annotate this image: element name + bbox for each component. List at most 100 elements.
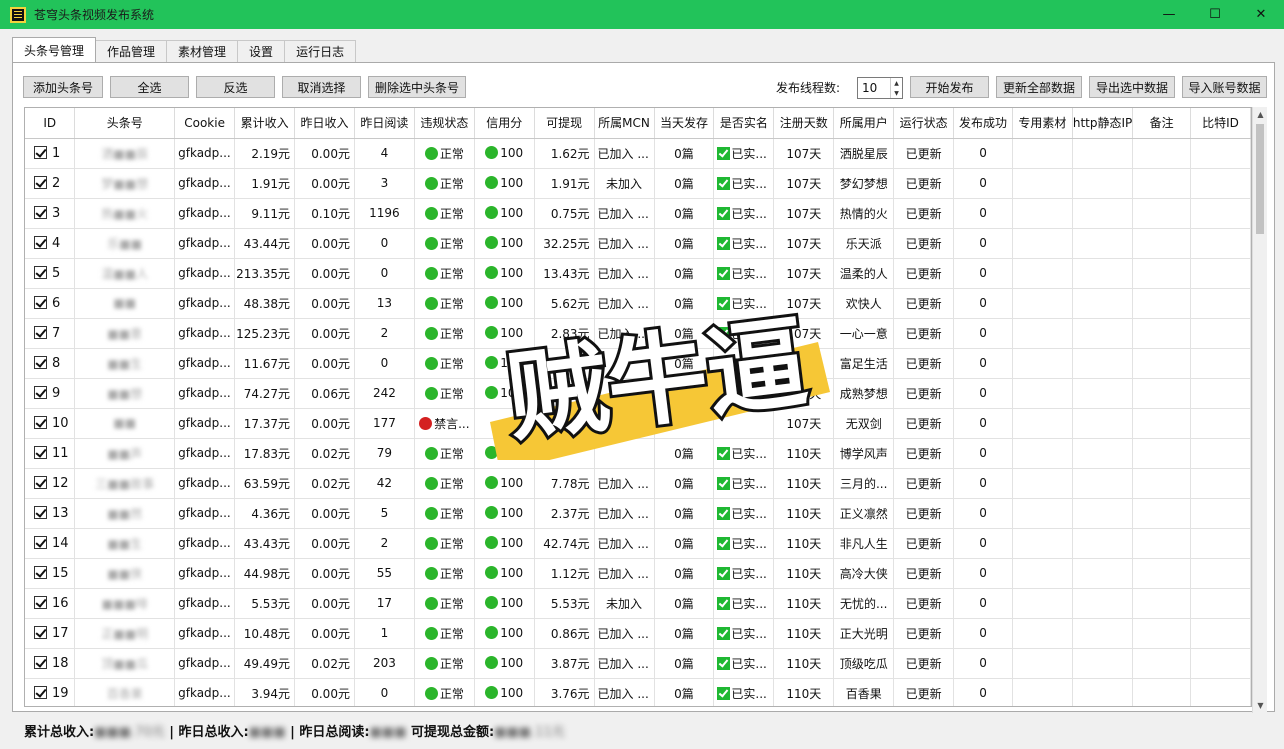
column-header[interactable]: 比特ID bbox=[1190, 108, 1251, 139]
row-checkbox[interactable] bbox=[34, 265, 47, 279]
column-header[interactable]: 信用分 bbox=[474, 108, 535, 139]
column-header[interactable]: 违规状态 bbox=[414, 108, 475, 139]
table-row[interactable]: 15 ■■侠 gfkadp... 44.98元 0.00元 55 正常 100 1.12元 已加入… bbox=[25, 558, 1251, 589]
table-row[interactable]: 5 温■■人 gfkadp... 213.35元 0.00元 0 正常 100 13.43元 已加… bbox=[25, 258, 1251, 289]
delete-selected-button[interactable]: 删除选中头条号 bbox=[368, 76, 466, 98]
table-row[interactable]: 3 热■■火 gfkadp... 9.11元 0.10元 1196 正常 100 0.75元 已加… bbox=[25, 198, 1251, 229]
row-checkbox[interactable] bbox=[34, 205, 47, 219]
update-all-button[interactable]: 更新全部数据 bbox=[996, 76, 1082, 98]
credit-value: 100 bbox=[500, 146, 524, 160]
column-header[interactable]: 是否实名 bbox=[713, 108, 775, 139]
thread-count-value[interactable]: 10 bbox=[862, 81, 877, 95]
column-header[interactable]: http静态IP bbox=[1072, 108, 1134, 139]
cell-total-income: 11.67元 bbox=[234, 348, 296, 379]
row-checkbox[interactable] bbox=[34, 655, 47, 669]
row-checkbox[interactable] bbox=[34, 175, 47, 189]
column-header[interactable]: Cookie bbox=[174, 108, 236, 139]
column-header[interactable]: 当天发存 bbox=[654, 108, 715, 139]
row-checkbox[interactable] bbox=[34, 475, 47, 489]
cell-realname: 已实... bbox=[713, 348, 775, 379]
row-checkbox[interactable] bbox=[34, 325, 47, 339]
column-header[interactable]: 所属用户 bbox=[833, 108, 895, 139]
tab-material-manage[interactable]: 素材管理 bbox=[166, 40, 239, 62]
realname-check-icon bbox=[717, 266, 731, 280]
start-publish-button[interactable]: 开始发布 bbox=[910, 76, 989, 98]
realname-text: 已实... bbox=[731, 236, 767, 251]
tab-settings[interactable]: 设置 bbox=[237, 40, 286, 62]
invert-selection-button[interactable]: 反选 bbox=[196, 76, 275, 98]
table-row[interactable]: 16 ■■■啡 gfkadp... 5.53元 0.00元 17 正常 100 5.53元 未加入… bbox=[25, 588, 1251, 619]
row-checkbox[interactable] bbox=[34, 565, 47, 579]
column-header[interactable]: ID bbox=[25, 108, 76, 139]
row-checkbox[interactable] bbox=[34, 685, 47, 699]
add-account-button[interactable]: 添加头条号 bbox=[23, 76, 103, 98]
cell-publish-success: 0 bbox=[953, 498, 1013, 529]
cell-note bbox=[1132, 198, 1192, 229]
select-all-button[interactable]: 全选 bbox=[110, 76, 189, 98]
table-row[interactable]: 19 百香果 gfkadp... 3.94元 0.00元 0 正常 100 3.76元 已加入 .… bbox=[25, 678, 1251, 706]
table-row[interactable]: 11 ■■声 gfkadp... 17.83元 0.02元 79 正常 100 0篇 已实... 1… bbox=[25, 438, 1251, 469]
table-row[interactable]: 2 梦■■想 gfkadp... 1.91元 0.00元 3 正常 100 1.91元 未加入 0篇… bbox=[25, 168, 1251, 199]
cell-withdrawable: 2.83元 bbox=[534, 318, 595, 349]
maximize-button[interactable]: ☐ bbox=[1192, 0, 1238, 29]
row-checkbox[interactable] bbox=[34, 295, 47, 309]
table-row[interactable]: 1 洒■■辰 gfkadp... 2.19元 0.00元 4 正常 100 1.62元 已加入 .… bbox=[25, 138, 1251, 169]
row-checkbox[interactable] bbox=[34, 415, 47, 429]
table-row[interactable]: 12 三■■故事 gfkadp... 63.59元 0.02元 42 正常 100 7.78元已… bbox=[25, 468, 1251, 499]
status-dot-icon bbox=[424, 446, 438, 460]
close-button[interactable]: ✕ bbox=[1238, 0, 1284, 29]
cancel-selection-button[interactable]: 取消选择 bbox=[282, 76, 361, 98]
row-checkbox[interactable] bbox=[34, 625, 47, 639]
table-row[interactable]: 17 正■■明 gfkadp... 10.48元 0.00元 1 正常 100 0.86元 已加入… bbox=[25, 618, 1251, 649]
row-checkbox[interactable] bbox=[34, 535, 47, 549]
column-header[interactable]: 发布成功 bbox=[953, 108, 1013, 139]
import-accounts-button[interactable]: 导入账号数据 bbox=[1182, 76, 1267, 98]
row-checkbox[interactable] bbox=[34, 505, 47, 519]
spin-up-icon[interactable]: ▲ bbox=[894, 80, 899, 87]
row-checkbox[interactable] bbox=[34, 145, 47, 159]
column-header[interactable]: 备注 bbox=[1132, 108, 1192, 139]
table-row[interactable]: 13 ■■然 gfkadp... 4.36元 0.00元 5 正常 100 2.37元 已加入 .… bbox=[25, 498, 1251, 529]
scroll-thumb[interactable] bbox=[1256, 124, 1264, 234]
table-row[interactable]: 7 ■■意 gfkadp... 125.23元 0.00元 2 正常 100 2.83元 已加入 … bbox=[25, 318, 1251, 349]
column-header[interactable]: 注册天数 bbox=[773, 108, 835, 139]
column-header[interactable]: 所属MCN bbox=[594, 108, 655, 139]
scroll-down-icon[interactable]: ▼ bbox=[1253, 698, 1268, 713]
table-row[interactable]: 18 顶■■瓜 gfkadp... 49.49元 0.02元 203 正常 100 3.87元已… bbox=[25, 648, 1251, 679]
column-header[interactable]: 可提现 bbox=[534, 108, 595, 139]
table-row[interactable]: 6 ■■ gfkadp... 48.38元 0.00元 13 正常 100 5.62元 已加入 .… bbox=[25, 288, 1251, 319]
thread-count-spinner[interactable]: 10 ▲ ▼ bbox=[857, 77, 903, 99]
tab-run-log[interactable]: 运行日志 bbox=[284, 40, 357, 62]
row-checkbox[interactable] bbox=[34, 355, 47, 369]
vertical-scrollbar[interactable]: ▲ ▼ bbox=[1252, 107, 1267, 713]
scroll-up-icon[interactable]: ▲ bbox=[1253, 107, 1268, 122]
row-checkbox[interactable] bbox=[34, 235, 47, 249]
table-row[interactable]: 8 ■■生 gfkadp... 11.67元 0.00元 0 正常 100 0篇 已实... 107… bbox=[25, 348, 1251, 379]
row-checkbox[interactable] bbox=[34, 595, 47, 609]
cell-yesterday-reads: 4 bbox=[354, 138, 415, 169]
cell-realname: 已实... bbox=[713, 228, 775, 259]
spin-down-icon[interactable]: ▼ bbox=[894, 90, 899, 97]
tab-account-manage[interactable]: 头条号管理 bbox=[12, 37, 97, 62]
minimize-button[interactable]: — bbox=[1146, 0, 1192, 29]
table-row[interactable]: 4 乐■■ gfkadp... 43.44元 0.00元 0 正常 100 32.25元 已加入 … bbox=[25, 228, 1251, 259]
table-row[interactable]: 9 ■■想 gfkadp... 74.27元 0.06元 242 正常 100 0篇 已实... 1… bbox=[25, 378, 1251, 409]
cell-id: 4 bbox=[25, 228, 76, 259]
column-header[interactable]: 累计收入 bbox=[234, 108, 296, 139]
tab-works-manage[interactable]: 作品管理 bbox=[95, 40, 168, 62]
realname-text: 已实... bbox=[731, 656, 767, 671]
column-header[interactable]: 专用素材 bbox=[1012, 108, 1073, 139]
cell-yesterday-income: 0.00元 bbox=[294, 318, 355, 349]
table-row[interactable]: 14 ■■生 gfkadp... 43.43元 0.00元 2 正常 100 42.74元 已加入… bbox=[25, 528, 1251, 559]
column-header[interactable]: 运行状态 bbox=[893, 108, 955, 139]
cell-mcn: 已加入 ... bbox=[594, 468, 655, 499]
column-header[interactable]: 头条号 bbox=[74, 108, 176, 139]
title-bar: 苍穹头条视频发布系统 — ☐ ✕ bbox=[0, 0, 1284, 29]
window-title: 苍穹头条视频发布系统 bbox=[34, 8, 155, 22]
export-selected-button[interactable]: 导出选中数据 bbox=[1089, 76, 1175, 98]
table-row[interactable]: 10 ■■ gfkadp... 17.37元 0.00元 177 禁言... 107天 无双剑已… bbox=[25, 408, 1251, 439]
column-header[interactable]: 昨日阅读 bbox=[354, 108, 415, 139]
column-header[interactable]: 昨日收入 bbox=[294, 108, 355, 139]
row-checkbox[interactable] bbox=[34, 385, 47, 399]
row-checkbox[interactable] bbox=[34, 445, 47, 459]
